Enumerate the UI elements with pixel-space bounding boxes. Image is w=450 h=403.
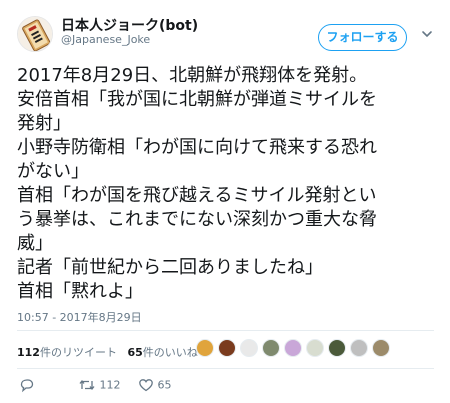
tweet-line: 2017年8月29日、北朝鮮が飛翔体を発射。 [17,65,368,86]
retweet-count: 112 [99,378,121,392]
tweet-line: 首相「わが国を飛び越えるミサイル発射とい [17,185,377,206]
liker-avatar[interactable] [350,339,368,357]
retweets-count[interactable]: 112 [17,346,40,359]
liker-avatar[interactable] [196,339,214,357]
tweet-timestamp[interactable]: 10:57 - 2017年8月29日 [17,309,142,325]
likes-label[interactable]: 件のいいね [143,346,198,359]
tweet-line: がない」 [17,161,89,182]
follow-button[interactable]: フォローする [318,24,407,51]
tweet-header: 日本人ジョーク(bot) @Japanese_Joke フォローする [0,0,450,58]
likes-count[interactable]: 65 [127,346,142,359]
tweet-line: 安倍首相「我が国に北朝鮮が弾道ミサイルを [17,89,377,110]
like-count: 65 [157,378,172,392]
tweet-line: 威」 [17,233,53,254]
user-handle[interactable]: @Japanese_Joke [61,33,150,46]
retweet-icon [79,379,95,391]
like-icon [139,379,153,392]
tweet-line: 発射」 [17,113,71,134]
liker-avatar[interactable] [306,339,324,357]
engagement-stats: 112件のリツイート 65件のいいね [17,344,198,360]
liker-avatar[interactable] [218,339,236,357]
tweet-line: 首相「黙れよ」 [17,281,143,302]
chevron-down-icon[interactable] [420,27,434,41]
retweets-label[interactable]: 件のリツイート [40,346,117,359]
divider [17,330,434,331]
liker-avatar[interactable] [328,339,346,357]
tweet-line: 記者「前世紀から二回ありましたね」 [17,257,323,278]
display-name[interactable]: 日本人ジョーク(bot) [61,15,198,35]
liker-avatar[interactable] [262,339,280,357]
reply-icon [20,379,34,393]
liker-avatar[interactable] [372,339,390,357]
retweet-button[interactable]: 112 [78,377,121,395]
tweet-text: 2017年8月29日、北朝鮮が飛翔体を発射。 安倍首相「我が国に北朝鮮が弾道ミサ… [17,64,437,304]
liker-avatar[interactable] [240,339,258,357]
like-button[interactable]: 65 [138,377,172,395]
tweet-line: う暴挙は、これまでにない深刻かつ重大な脅 [17,209,377,230]
tweet-line: 小野寺防衛相「わが国に向けて飛来する恐れ [17,137,377,158]
liker-avatar[interactable] [284,339,302,357]
avatar[interactable] [17,16,53,52]
reply-button[interactable] [19,377,35,395]
divider [17,368,434,369]
